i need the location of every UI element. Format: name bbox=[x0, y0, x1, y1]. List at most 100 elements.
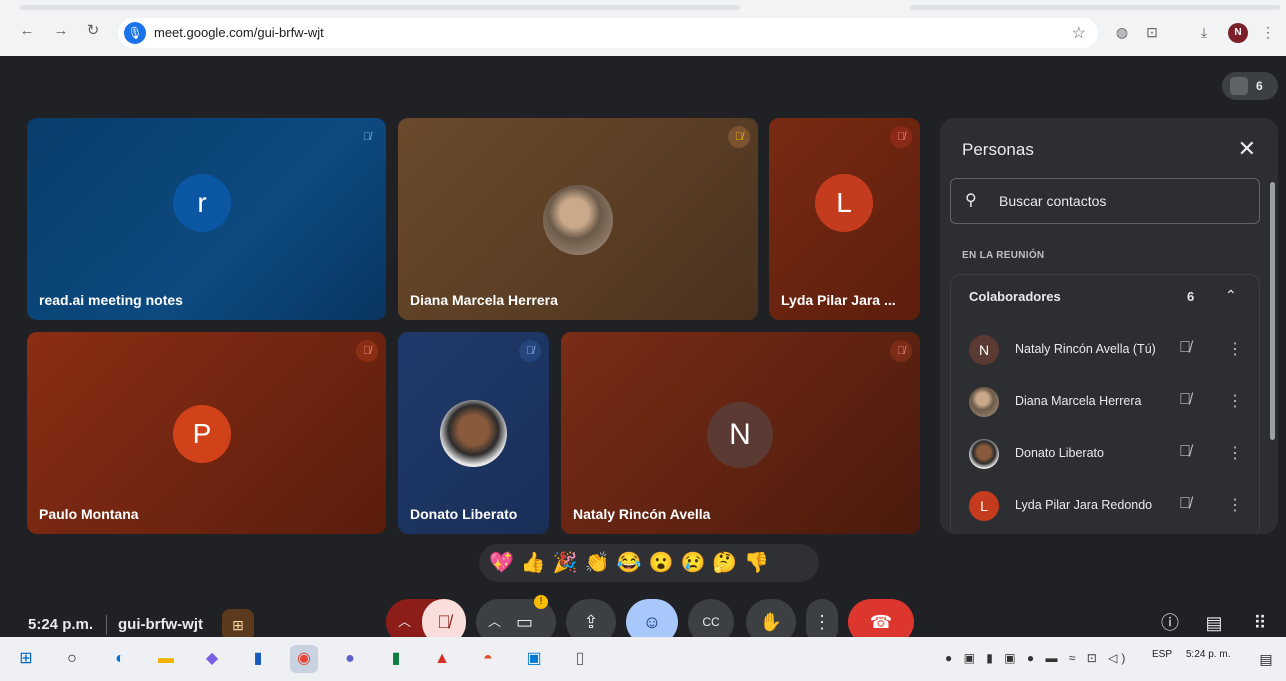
people-panel: Personas ✕ ⚲ Buscar contactos EN LA REUN… bbox=[940, 118, 1278, 534]
outlook-icon[interactable]: ▣ bbox=[520, 645, 548, 673]
teams-icon[interactable]: ● bbox=[336, 645, 364, 673]
participant-row[interactable]: N Nataly Rincón Avella (Tú) 🎙̸ ⋮ bbox=[969, 333, 1259, 367]
more-options-icon[interactable]: ⋮ bbox=[1227, 391, 1243, 411]
tile-name: Diana Marcela Herrera bbox=[410, 292, 558, 308]
chat-icon[interactable]: ▤ bbox=[1200, 609, 1228, 637]
more-options-icon[interactable]: ⋮ bbox=[1227, 495, 1243, 515]
muted-mic-icon: 🎙̸ bbox=[890, 126, 912, 148]
file-explorer-icon[interactable]: ▬ bbox=[152, 645, 180, 673]
participant-name: Lyda Pilar Jara Redondo bbox=[1015, 498, 1153, 512]
participant-name: Diana Marcela Herrera bbox=[1015, 394, 1142, 408]
profile-avatar[interactable]: N bbox=[1228, 23, 1248, 43]
video-tile-paulo[interactable]: 🎙̸ P Paulo Montana bbox=[27, 332, 386, 534]
reaction-laugh[interactable]: 😂 bbox=[617, 552, 649, 574]
meeting-info-icon[interactable]: ⓘ bbox=[1156, 609, 1184, 637]
more-options-icon[interactable]: ⋮ bbox=[1227, 443, 1243, 463]
participant-name: Donato Liberato bbox=[1015, 446, 1104, 460]
word-icon[interactable]: ▮ bbox=[244, 645, 272, 673]
reaction-thinking[interactable]: 🤔 bbox=[712, 552, 744, 574]
avatar: N bbox=[969, 335, 999, 365]
video-tile-read-ai[interactable]: 🎙̸ r read.ai meeting notes bbox=[27, 118, 386, 320]
tab[interactable] bbox=[910, 5, 1280, 10]
reload-icon[interactable]: ↻ bbox=[84, 22, 102, 40]
acrobat-icon[interactable]: ▲ bbox=[428, 645, 456, 673]
section-label: EN LA REUNIÓN bbox=[962, 250, 1045, 261]
video-tile-donato[interactable]: 🎙̸ Donato Liberato bbox=[398, 332, 549, 534]
search-icon: ⚲ bbox=[965, 192, 977, 209]
meet-area: 6 🎙̸ r read.ai meeting notes 🎙̸ Diana Ma… bbox=[0, 56, 1286, 645]
photo-avatar bbox=[969, 387, 999, 417]
participant-row[interactable]: Diana Marcela Herrera 🎙̸ ⋮ bbox=[969, 385, 1259, 419]
taskbar-clock[interactable]: 5:24 p. m. bbox=[1186, 649, 1230, 660]
site-settings-icon[interactable]: ◍ bbox=[1112, 22, 1132, 42]
muted-mic-icon[interactable]: 🎙̸ bbox=[1179, 443, 1191, 461]
participants-chip[interactable]: 6 bbox=[1222, 72, 1278, 100]
reaction-heart[interactable]: 💖 bbox=[489, 552, 521, 574]
chrome-icon[interactable]: ◉ bbox=[290, 645, 318, 673]
tile-name: read.ai meeting notes bbox=[39, 292, 183, 308]
forward-icon[interactable]: → bbox=[52, 22, 70, 40]
edge-icon[interactable]: ◐ bbox=[106, 645, 134, 673]
reaction-surprised[interactable]: 😮 bbox=[649, 552, 681, 574]
search-icon[interactable]: ○ bbox=[58, 645, 86, 673]
panel-title: Personas bbox=[962, 140, 1034, 159]
muted-mic-icon[interactable]: 🎙̸ bbox=[1179, 495, 1191, 513]
language-indicator[interactable]: ESP bbox=[1152, 649, 1172, 660]
copilot-icon[interactable]: ◆ bbox=[198, 645, 226, 673]
reaction-thumbs-down[interactable]: 👎 bbox=[744, 552, 776, 574]
reactions-bar: 💖👍🎉👏😂😮😢🤔👎 bbox=[479, 544, 819, 582]
app-icon[interactable]: ◓ bbox=[474, 645, 502, 673]
video-tile-diana[interactable]: 🎙̸ Diana Marcela Herrera bbox=[398, 118, 758, 320]
divider bbox=[106, 615, 107, 635]
close-icon[interactable]: ✕ bbox=[1238, 136, 1256, 162]
chevron-up-icon[interactable]: ⌃ bbox=[1225, 287, 1237, 304]
participant-row[interactable]: Donato Liberato 🎙̸ ⋮ bbox=[969, 437, 1259, 471]
address-bar[interactable]: 🎙 meet.google.com/gui-brfw-wjt ☆ bbox=[118, 18, 1098, 48]
activities-grid-icon[interactable]: ⠿ bbox=[1246, 609, 1274, 637]
muted-mic-icon[interactable]: 🎙̸ bbox=[1179, 339, 1191, 357]
tile-name: Donato Liberato bbox=[410, 506, 518, 522]
avatar: L bbox=[969, 491, 999, 521]
video-tile-nataly[interactable]: 🎙̸ N Nataly Rincón Avella bbox=[561, 332, 920, 534]
notifications-icon[interactable]: ▤ bbox=[1252, 645, 1280, 673]
tab-strip bbox=[0, 0, 1286, 10]
microphone-site-icon: 🎙 bbox=[124, 22, 146, 44]
notepad-icon[interactable]: ▯ bbox=[566, 645, 594, 673]
tile-name: Paulo Montana bbox=[39, 506, 139, 522]
download-icon[interactable]: ⤓ bbox=[1194, 22, 1214, 42]
muted-mic-icon: 🎙̸ bbox=[890, 340, 912, 362]
video-tile-lyda[interactable]: 🎙̸ L Lyda Pilar Jara ... bbox=[769, 118, 920, 320]
group-label[interactable]: Colaboradores bbox=[969, 289, 1061, 304]
participant-name: Nataly Rincón Avella (Tú) bbox=[1015, 342, 1156, 356]
photo-avatar bbox=[969, 439, 999, 469]
photo-avatar bbox=[440, 400, 507, 467]
search-placeholder: Buscar contactos bbox=[999, 193, 1107, 209]
search-contacts-input[interactable]: ⚲ Buscar contactos bbox=[950, 178, 1260, 224]
tab[interactable] bbox=[20, 5, 740, 10]
system-tray-icons[interactable]: ● ▣ ▮ ▣ ● ▬ ≈ ⊡ ◁) bbox=[945, 651, 1129, 665]
avatar: P bbox=[173, 405, 231, 463]
meeting-code: gui-brfw-wjt bbox=[118, 616, 203, 633]
avatar: N bbox=[707, 402, 773, 468]
excel-icon[interactable]: ▮ bbox=[382, 645, 410, 673]
tile-name: Nataly Rincón Avella bbox=[573, 506, 711, 522]
tile-name: Lyda Pilar Jara ... bbox=[781, 292, 896, 308]
extensions-icon[interactable]: ⊡ bbox=[1142, 22, 1162, 42]
url-text[interactable]: meet.google.com/gui-brfw-wjt bbox=[154, 25, 324, 40]
reaction-sad[interactable]: 😢 bbox=[680, 552, 712, 574]
reaction-party[interactable]: 🎉 bbox=[553, 552, 585, 574]
muted-mic-icon: 🎙̸ bbox=[728, 126, 750, 148]
reaction-thumbs-up[interactable]: 👍 bbox=[521, 552, 553, 574]
menu-kebab-icon[interactable]: ⋮ bbox=[1258, 22, 1278, 42]
photo-avatar bbox=[543, 185, 613, 255]
scrollbar[interactable] bbox=[1270, 182, 1275, 440]
muted-mic-icon[interactable]: 🎙̸ bbox=[1179, 391, 1191, 409]
collaborators-group: Colaboradores 6 ⌃ N Nataly Rincón Avella… bbox=[950, 274, 1260, 534]
avatar: r bbox=[173, 174, 231, 232]
reaction-clap[interactable]: 👏 bbox=[585, 552, 617, 574]
more-options-icon[interactable]: ⋮ bbox=[1227, 339, 1243, 359]
back-icon[interactable]: ← bbox=[18, 22, 36, 40]
windows-start-icon[interactable]: ⊞ bbox=[12, 645, 40, 673]
bookmark-star-icon[interactable]: ☆ bbox=[1072, 23, 1086, 43]
participant-row[interactable]: L Lyda Pilar Jara Redondo 🎙̸ ⋮ bbox=[969, 489, 1259, 523]
